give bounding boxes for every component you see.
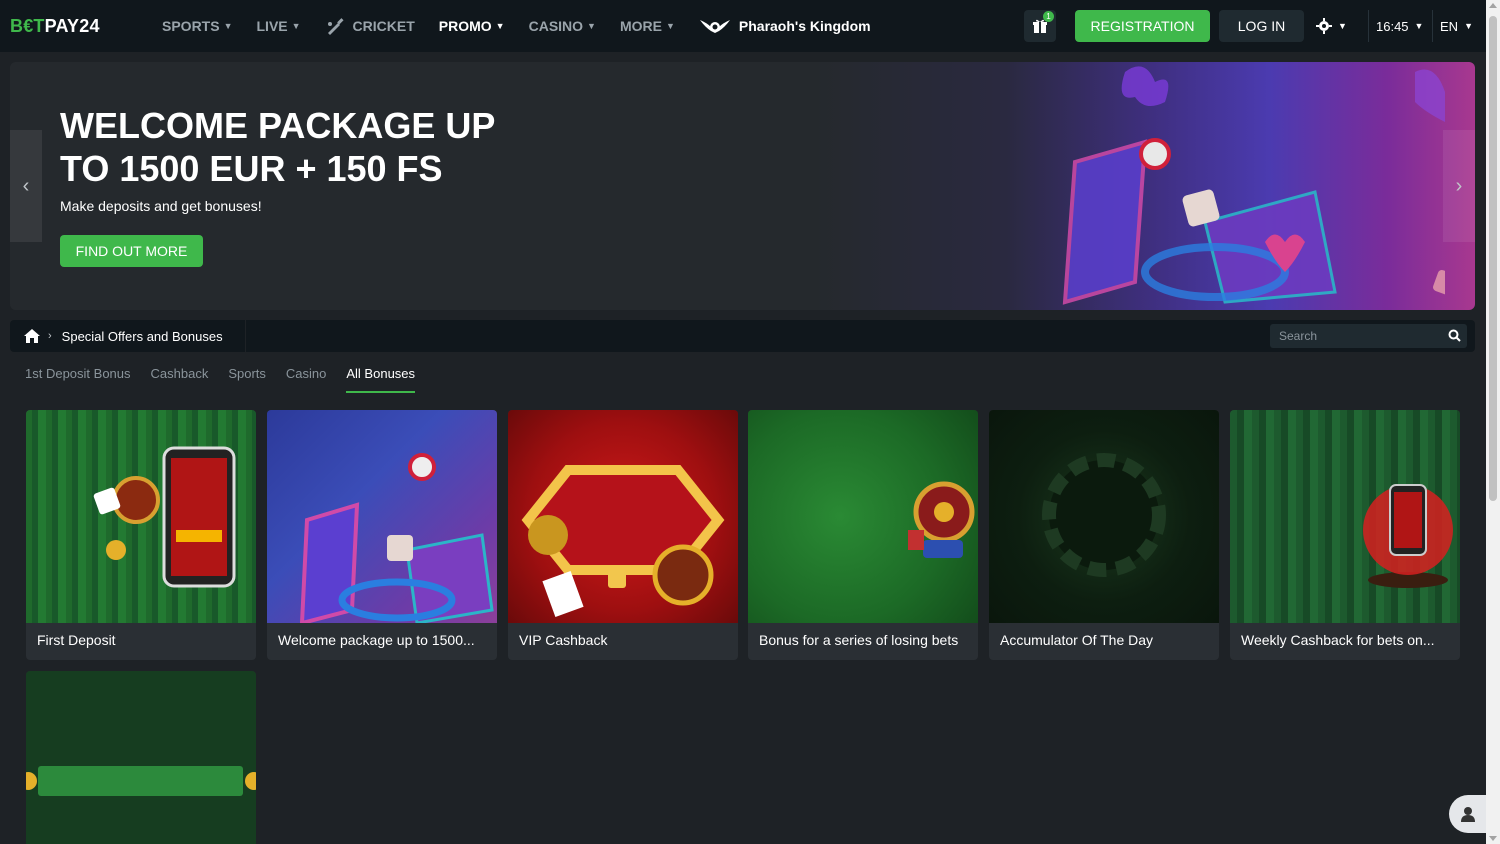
main-nav: SPORTS ▼ LIVE ▼ CRICKET PROMO ▼ CASINO ▼ MOR…	[162, 0, 895, 52]
bonus-card-image	[508, 410, 738, 623]
pharaoh-wings-icon	[699, 20, 730, 33]
logo-part-green: B€T	[10, 16, 45, 36]
tab-1st-deposit-bonus[interactable]: 1st Deposit Bonus	[25, 366, 131, 393]
chevron-down-icon: ▼	[587, 21, 596, 31]
support-chat-button[interactable]	[1449, 795, 1487, 833]
bonus-card[interactable]: Bonus for a series of losing bets	[748, 410, 978, 660]
login-button[interactable]: LOG IN	[1219, 10, 1304, 42]
registration-button[interactable]: REGISTRATION	[1075, 10, 1210, 42]
promo-banner: WELCOME PACKAGE UP TO 1500 EUR + 150 FS …	[10, 62, 1475, 310]
scrollbar-thumb[interactable]	[1489, 16, 1497, 501]
chevron-left-icon: ‹	[22, 174, 30, 197]
nav-casino-label: CASINO	[528, 18, 584, 34]
chevron-down-icon: ▼	[1464, 21, 1473, 31]
chevron-down-icon: ▼	[291, 21, 301, 31]
tab-cashback[interactable]: Cashback	[151, 366, 209, 393]
search-placeholder: Search	[1279, 329, 1318, 343]
bonus-filter-tabs: 1st Deposit Bonus Cashback Sports Casino…	[25, 366, 435, 393]
top-navigation-bar: B€TPAY24 SPORTS ▼ LIVE ▼ CRICKET PROMO ▼ CA…	[0, 0, 1486, 52]
bonus-card[interactable]: Accumulator Of The Day	[989, 410, 1219, 660]
time-label: 16:45	[1376, 18, 1409, 34]
bonus-card-image	[748, 410, 978, 623]
bonus-card[interactable]: Weekly Cashback for bets on...	[1230, 410, 1460, 660]
cricket-bat-icon	[327, 18, 344, 35]
chevron-down-icon: ▼	[665, 21, 675, 31]
tab-casino[interactable]: Casino	[286, 366, 326, 393]
nav-promo[interactable]: PROMO ▼	[439, 18, 505, 34]
nav-casino[interactable]: CASINO ▼	[529, 18, 596, 34]
chevron-down-icon: ▼	[1414, 21, 1424, 31]
chevron-down-icon: ▼	[1338, 21, 1347, 31]
chevron-down-icon: ▼	[223, 21, 233, 31]
bonus-card[interactable]: First Deposit	[26, 410, 256, 660]
banner-illustration	[1062, 66, 1445, 305]
settings-dropdown[interactable]: ▼	[1316, 10, 1347, 42]
breadcrumb: › Special Offers and Bonuses	[10, 320, 246, 352]
bonus-card-title: Welcome package up to 1500...	[278, 632, 475, 648]
tab-sports[interactable]: Sports	[228, 366, 266, 393]
chevron-right-icon: ›	[48, 330, 52, 342]
bonus-card-title: Accumulator Of The Day	[1000, 632, 1154, 648]
bonus-card-image	[267, 410, 497, 626]
nav-pharaoh-label: Pharaoh's Kingdom	[738, 18, 871, 34]
banner-next-button[interactable]: ›	[1443, 130, 1475, 242]
nav-live-label: LIVE	[256, 18, 288, 34]
nav-live[interactable]: LIVE ▼	[257, 18, 301, 34]
gift-count-badge: 1	[1043, 11, 1054, 22]
search-icon[interactable]	[1448, 329, 1461, 342]
home-icon[interactable]	[24, 329, 40, 343]
nav-more[interactable]: MORE ▼	[620, 18, 675, 34]
scroll-down-arrow[interactable]	[1489, 836, 1497, 841]
gear-icon	[1316, 18, 1332, 34]
bonus-card-title: Weekly Cashback for bets on...	[1241, 632, 1435, 648]
site-logo[interactable]: B€TPAY24	[10, 16, 100, 37]
bonus-card[interactable]	[26, 671, 256, 844]
clock-dropdown[interactable]: 16:45 ▼	[1368, 10, 1423, 42]
chevron-down-icon: ▼	[495, 21, 505, 31]
support-agent-icon	[1461, 807, 1475, 822]
language-label: EN	[1440, 18, 1459, 34]
banner-subtitle: Make deposits and get bonuses!	[60, 198, 262, 214]
logo-part-white: PAY24	[44, 16, 100, 36]
chevron-right-icon: ›	[1455, 174, 1463, 197]
nav-cricket-label: CRICKET	[352, 18, 415, 34]
breadcrumb-current: Special Offers and Bonuses	[61, 328, 223, 344]
find-out-more-button[interactable]: FIND OUT MORE	[60, 235, 203, 267]
bonus-card-title: Bonus for a series of losing bets	[759, 632, 959, 648]
nav-sports-label: SPORTS	[162, 18, 220, 34]
nav-sports[interactable]: SPORTS ▼	[162, 18, 233, 34]
bonus-card-image	[26, 410, 256, 623]
banner-title: WELCOME PACKAGE UP TO 1500 EUR + 150 FS	[60, 105, 495, 189]
bonus-card-title: VIP Cashback	[519, 632, 608, 648]
bonus-card-image	[1230, 410, 1460, 623]
bonus-card[interactable]: VIP Cashback	[508, 410, 738, 660]
bonus-card-title: First Deposit	[37, 632, 116, 648]
nav-cricket[interactable]: CRICKET	[325, 16, 415, 36]
nav-promo-label: PROMO	[438, 18, 492, 34]
nav-more-label: MORE	[619, 18, 662, 34]
tab-all-bonuses[interactable]: All Bonuses	[346, 366, 416, 393]
page-scrollbar[interactable]	[1486, 0, 1500, 844]
language-dropdown[interactable]: EN ▼	[1432, 10, 1473, 42]
bonus-card[interactable]: Welcome package up to 1500...	[267, 410, 497, 660]
search-input[interactable]: Search	[1270, 324, 1467, 348]
breadcrumb-bar: › Special Offers and Bonuses Search	[10, 320, 1475, 352]
gift-button[interactable]: 1	[1024, 10, 1056, 42]
nav-pharaohs-kingdom[interactable]: Pharaoh's Kingdom	[699, 15, 871, 37]
scroll-up-arrow[interactable]	[1489, 3, 1497, 8]
bonus-card-image	[26, 671, 256, 844]
bonus-card-image	[989, 410, 1219, 623]
banner-prev-button[interactable]: ‹	[10, 130, 42, 242]
